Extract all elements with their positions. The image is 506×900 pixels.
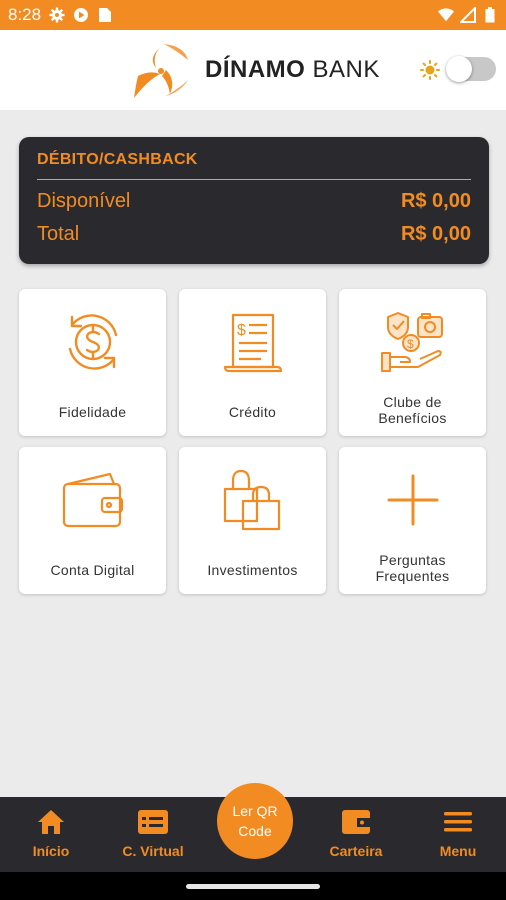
wifi-icon bbox=[438, 7, 454, 23]
feature-grid: Fidelidade $ Crédito $ Clube de Benefíci… bbox=[19, 289, 487, 594]
app-header: DÍNAMO BANK bbox=[0, 30, 506, 110]
balance-divider bbox=[37, 179, 471, 180]
tile-label: Perguntas Frequentes bbox=[343, 552, 482, 584]
dollar-cycle-icon bbox=[55, 307, 131, 377]
nav-item-menu[interactable]: Menu bbox=[418, 807, 498, 859]
balance-value: R$ 0,00 bbox=[400, 190, 471, 212]
qr-button-label: Ler QR Code bbox=[232, 803, 278, 839]
tile-conta-digital[interactable]: Conta Digital bbox=[19, 447, 166, 594]
tile-label: Fidelidade bbox=[58, 404, 127, 420]
tile-label: Crédito bbox=[228, 404, 277, 420]
status-time: 8:28 bbox=[8, 5, 42, 24]
brand-name: DÍNAMO BANK bbox=[205, 56, 380, 84]
brand-name-light: BANK bbox=[312, 56, 380, 83]
wallet-icon bbox=[339, 807, 373, 837]
dark-mode-toggle[interactable] bbox=[446, 56, 496, 82]
tile-fidelidade[interactable]: Fidelidade bbox=[19, 289, 166, 436]
virtual-card-icon bbox=[136, 807, 170, 837]
battery-icon bbox=[482, 7, 498, 23]
benefits-hand-icon: $ bbox=[375, 307, 451, 377]
hamburger-icon bbox=[441, 807, 475, 837]
nav-label: Carteira bbox=[329, 843, 383, 859]
tile-label-text: Perguntas Frequentes bbox=[375, 552, 450, 584]
sim-card-icon bbox=[97, 7, 113, 23]
wallet-icon bbox=[55, 465, 131, 535]
play-store-icon bbox=[73, 7, 89, 23]
tile-label: Investimentos bbox=[207, 562, 298, 578]
tile-label: Clube de Benefícios bbox=[343, 394, 482, 426]
sun-icon bbox=[420, 60, 440, 80]
shopping-bags-icon bbox=[215, 465, 291, 535]
balance-label: Total bbox=[37, 223, 80, 245]
balance-value: R$ 0,00 bbox=[400, 223, 471, 245]
balance-title: DÉBITO/CASHBACK bbox=[37, 151, 198, 168]
tile-clube-beneficios[interactable]: $ Clube de Benefícios bbox=[339, 289, 486, 436]
tile-label: Conta Digital bbox=[50, 562, 135, 578]
tile-investimentos[interactable]: Investimentos bbox=[179, 447, 326, 594]
nav-label: Menu bbox=[439, 843, 477, 859]
svg-text:$: $ bbox=[407, 337, 414, 351]
home-gesture-pill[interactable] bbox=[186, 884, 320, 889]
dinamo-logo-icon bbox=[130, 40, 192, 102]
balance-label: Disponível bbox=[37, 190, 131, 212]
nav-item-inicio[interactable]: Início bbox=[11, 807, 91, 859]
settings-icon bbox=[49, 7, 65, 23]
signal-icon bbox=[460, 7, 476, 23]
brand-name-bold: DÍNAMO bbox=[205, 56, 306, 83]
nav-item-cartao-virtual[interactable]: C. Virtual bbox=[113, 807, 193, 859]
nav-label: C. Virtual bbox=[122, 843, 184, 859]
nav-label: Início bbox=[32, 843, 70, 859]
tile-perguntas-frequentes[interactable]: Perguntas Frequentes bbox=[339, 447, 486, 594]
nav-item-carteira[interactable]: Carteira bbox=[316, 807, 396, 859]
tile-label-text: Clube de Benefícios bbox=[378, 394, 447, 426]
plus-icon bbox=[375, 465, 451, 535]
receipt-icon: $ bbox=[215, 307, 291, 377]
status-bar: 8:28 bbox=[0, 0, 506, 30]
toggle-knob bbox=[446, 56, 472, 82]
balance-row-available: Disponível R$ 0,00 bbox=[37, 185, 471, 218]
balance-row-total: Total R$ 0,00 bbox=[37, 218, 471, 251]
bottom-nav: Início C. Virtual Ler QR Code Carteira M… bbox=[0, 783, 506, 872]
balance-card: DÉBITO/CASHBACK Disponível R$ 0,00 Total… bbox=[19, 137, 489, 264]
tile-credito[interactable]: $ Crédito bbox=[179, 289, 326, 436]
svg-text:$: $ bbox=[237, 322, 246, 339]
home-icon bbox=[34, 807, 68, 837]
system-navigation-bar bbox=[0, 872, 506, 900]
read-qr-code-button[interactable]: Ler QR Code bbox=[217, 783, 293, 859]
